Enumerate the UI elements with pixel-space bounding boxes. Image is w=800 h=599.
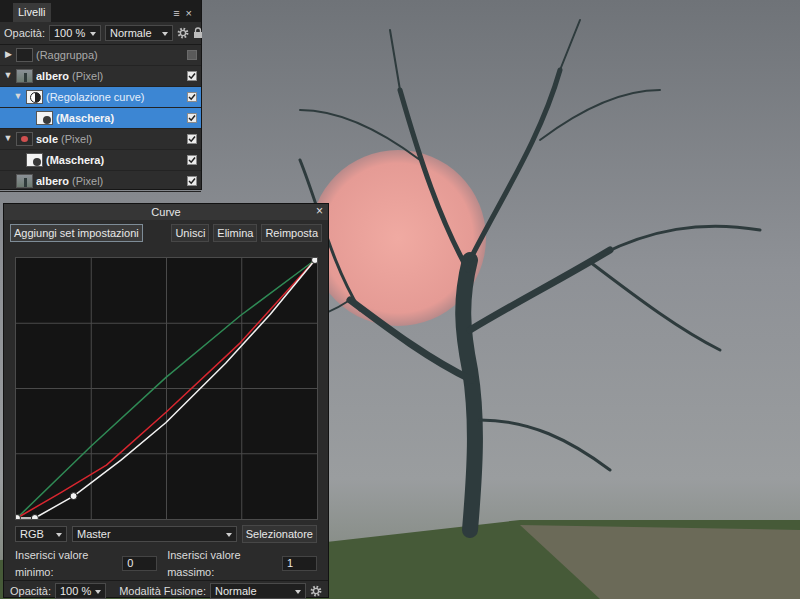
curves-graph[interactable]: [15, 257, 318, 520]
layer-thumbnail: [26, 90, 43, 104]
dialog-title-bar: Curve ×: [4, 204, 328, 220]
channel-mode-dropdown[interactable]: RGB: [15, 526, 67, 542]
curve-handle[interactable]: [31, 515, 38, 520]
layer-name: (Maschera): [56, 110, 184, 127]
check-icon: [188, 72, 196, 80]
channel-row: RGB Master Selezionatore: [4, 525, 328, 543]
layer-row[interactable]: ▼ albero (Pixel): [0, 66, 201, 87]
visibility-checkbox[interactable]: [187, 50, 197, 60]
layer-thumbnail: [16, 174, 33, 188]
gear-icon[interactable]: [177, 27, 189, 39]
dialog-button[interactable]: Reimposta: [261, 224, 322, 242]
layer-row[interactable]: (Maschera): [0, 108, 201, 129]
layer-row[interactable]: (Maschera): [0, 150, 201, 171]
check-icon: [188, 93, 196, 101]
max-label: Inserisci valore massimo:: [167, 547, 277, 580]
curve-handle[interactable]: [16, 515, 21, 520]
layer-thumbnail: [36, 111, 53, 125]
layer-name: sole (Pixel): [36, 131, 184, 148]
dialog-footer: Opacità:100 % Modalità Fusione:Normale: [4, 580, 328, 599]
dialog-button[interactable]: Unisci: [171, 224, 209, 242]
visibility-checkbox[interactable]: [187, 134, 197, 144]
curve-line[interactable]: [17, 260, 315, 518]
dialog-button[interactable]: Elimina: [213, 224, 257, 242]
layer-name: albero (Pixel): [36, 173, 184, 190]
dialog-buttons: Aggiungi set impostazioni UnisciEliminaRe…: [4, 220, 328, 246]
panel-menu-button[interactable]: ≡: [170, 4, 182, 22]
panel-close-button[interactable]: ×: [183, 4, 195, 22]
curve-line[interactable]: [17, 260, 315, 518]
visibility-checkbox[interactable]: [187, 71, 197, 81]
check-icon: [188, 135, 196, 143]
visibility-checkbox[interactable]: [187, 113, 197, 123]
layers-panel: Livelli≡×Opacità:100 %Normale▶(Raggruppa…: [0, 0, 202, 190]
range-row: Inserisci valore minimo: 0 Inserisci valor…: [4, 547, 328, 580]
check-icon: [188, 177, 196, 185]
check-icon: [188, 156, 196, 164]
layer-row[interactable]: ▶ (Raggruppa): [0, 45, 201, 66]
curves-dialog: Curve × Aggiungi set impostazioni UnisciEli…: [3, 203, 329, 598]
close-button[interactable]: ×: [316, 204, 323, 219]
layer-name: (Regolazione curve): [46, 89, 184, 106]
curve-line[interactable]: [17, 260, 315, 518]
blend-mode-label: Modalità Fusione:: [119, 583, 206, 599]
min-field[interactable]: 0: [122, 556, 157, 571]
visibility-checkbox[interactable]: [187, 92, 197, 102]
max-field[interactable]: 1: [282, 556, 317, 571]
expand-toggle[interactable]: ▶: [3, 48, 13, 62]
layer-name: (Raggruppa): [36, 47, 184, 64]
layers-tab[interactable]: Livelli: [13, 3, 51, 22]
check-icon: [188, 114, 196, 122]
blend-mode-dropdown[interactable]: Normale: [105, 25, 173, 41]
lock-icon[interactable]: [193, 27, 203, 39]
blend-mode-dropdown[interactable]: Normale: [210, 583, 306, 599]
gear-icon[interactable]: [310, 585, 322, 597]
layer-thumbnail: [16, 69, 33, 83]
panel-header: Livelli ≡×: [0, 0, 201, 22]
min-label: Inserisci valore minimo:: [15, 547, 117, 580]
dialog-button[interactable]: Aggiungi set impostazioni: [10, 224, 143, 242]
expand-toggle[interactable]: ▼: [13, 90, 23, 104]
curve-handle[interactable]: [312, 258, 318, 264]
picker-button[interactable]: Selezionatore: [242, 525, 317, 543]
layer-name: (Maschera): [46, 152, 184, 169]
layers-toolbar: Opacità:100 %Normale: [0, 22, 201, 45]
dialog-title: Curve: [151, 204, 180, 221]
curve-handle[interactable]: [70, 493, 77, 500]
layer-row[interactable]: ▼ (Regolazione curve): [0, 87, 201, 108]
layer-row[interactable]: ▼ sole (Pixel): [0, 129, 201, 150]
channel-dropdown[interactable]: Master: [72, 526, 237, 542]
layer-name: albero (Pixel): [36, 68, 184, 85]
opacity-label: Opacità:: [4, 25, 45, 42]
layer-row[interactable]: albero (Pixel): [0, 171, 201, 192]
layer-thumbnail: [16, 132, 33, 146]
layer-thumbnail: [16, 48, 33, 62]
visibility-checkbox[interactable]: [187, 155, 197, 165]
opacity-dropdown[interactable]: 100 %: [49, 25, 101, 41]
opacity-dropdown[interactable]: 100 %: [55, 583, 106, 599]
layer-thumbnail: [26, 153, 43, 167]
expand-toggle[interactable]: ▼: [3, 132, 13, 146]
visibility-checkbox[interactable]: [187, 176, 197, 186]
opacity-label: Opacità:: [10, 583, 51, 599]
expand-toggle[interactable]: ▼: [3, 69, 13, 83]
